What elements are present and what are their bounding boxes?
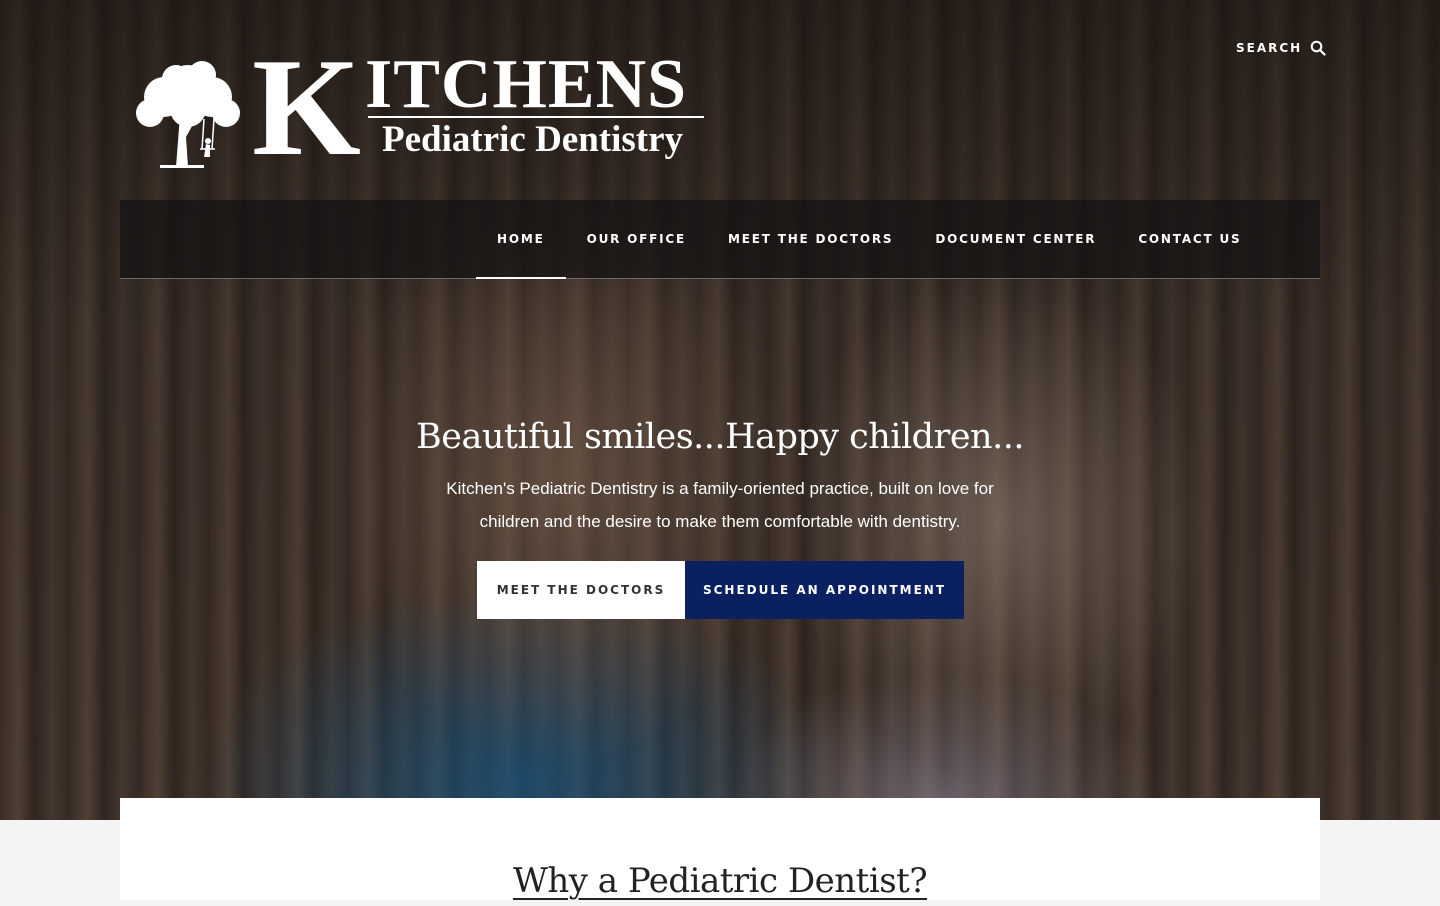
hero-buttons: MEET THE DOCTORS SCHEDULE AN APPOINTMENT (477, 561, 964, 619)
schedule-appointment-button[interactable]: SCHEDULE AN APPOINTMENT (685, 561, 964, 619)
hero-content: Beautiful smiles...Happy children... Kit… (320, 410, 1120, 538)
nav-item-our-office[interactable]: OUR OFFICE (566, 200, 707, 278)
main-navigation: HOME OUR OFFICE MEET THE DOCTORS DOCUMEN… (120, 200, 1320, 279)
meet-the-doctors-button[interactable]: MEET THE DOCTORS (477, 561, 685, 619)
logo-subtitle: Pediatric Dentistry (382, 119, 684, 160)
hero-headline: Beautiful smiles...Happy children... (416, 417, 1024, 457)
tree-with-swing-icon (136, 61, 240, 168)
search-label: SEARCH (1236, 41, 1303, 55)
hero-description: Kitchen's Pediatric Dentistry is a famil… (446, 479, 994, 531)
site-logo[interactable]: K ITCHENS Pediatric Dentistry (130, 38, 710, 178)
logo-title: ITCHENS (365, 46, 688, 123)
section-title[interactable]: Why a Pediatric Dentist? (120, 856, 1320, 906)
nav-item-meet-the-doctors[interactable]: MEET THE DOCTORS (707, 200, 914, 278)
nav-item-home[interactable]: HOME (476, 200, 566, 279)
content-card: Why a Pediatric Dentist? (120, 798, 1320, 901)
nav-item-document-center[interactable]: DOCUMENT CENTER (914, 200, 1117, 278)
search-icon (1310, 40, 1326, 56)
logo-initial: K (252, 30, 361, 185)
search-button[interactable]: SEARCH (1236, 38, 1326, 58)
nav-menu: HOME OUR OFFICE MEET THE DOCTORS DOCUMEN… (476, 200, 1262, 279)
nav-item-contact-us[interactable]: CONTACT US (1117, 200, 1262, 278)
